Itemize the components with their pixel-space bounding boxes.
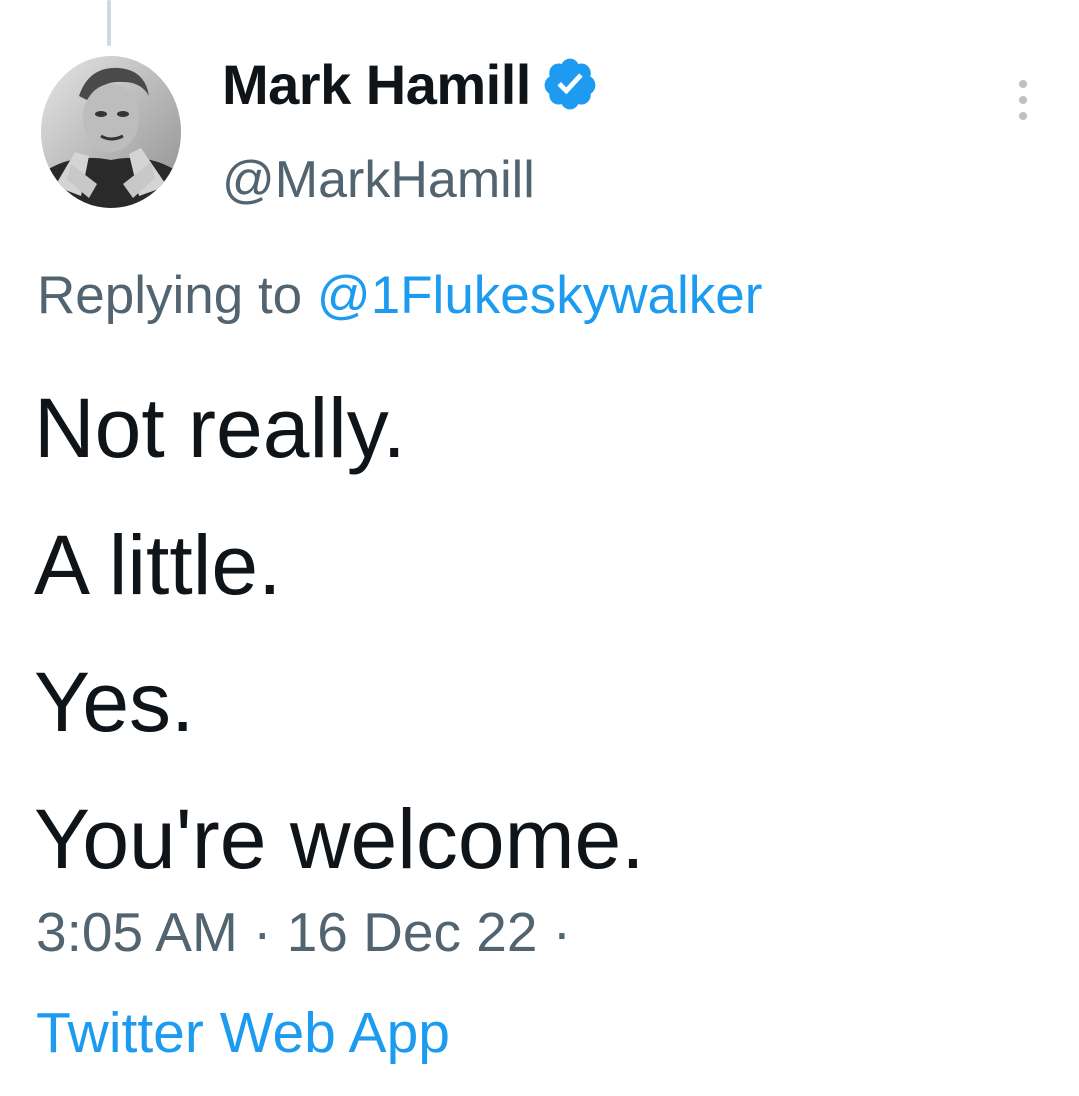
verified-badge-icon — [541, 55, 599, 113]
tweet-line: A little. — [34, 518, 282, 612]
thread-connector-line — [107, 0, 111, 46]
tweet-line: Yes. — [34, 655, 195, 749]
reply-mention-link[interactable]: @1Flukeskywalker — [317, 266, 763, 325]
tweet-line: Not really. — [34, 381, 406, 475]
more-options-icon[interactable] — [1010, 80, 1036, 120]
more-dot — [1019, 112, 1027, 120]
more-dot — [1019, 80, 1027, 88]
meta-separator: · — [253, 901, 272, 963]
tweet-time[interactable]: 3:05 AM — [36, 901, 238, 963]
tweet-source-link[interactable]: Twitter Web App — [36, 1000, 450, 1066]
replying-to-label: Replying to — [37, 266, 303, 325]
replying-to-line: Replying to @1Flukeskywalker — [37, 265, 762, 326]
more-dot — [1019, 96, 1027, 104]
avatar-photo — [41, 56, 181, 208]
author-display-name[interactable]: Mark Hamill — [222, 52, 531, 117]
tweet-body: Not really. A little. Yes. You're welcom… — [34, 360, 645, 908]
avatar[interactable] — [41, 56, 181, 208]
tweet-line: You're welcome. — [34, 792, 645, 886]
meta-separator: · — [552, 901, 572, 963]
tweet-date[interactable]: 16 Dec 22 — [287, 901, 538, 963]
author-name-row: Mark Hamill — [222, 52, 599, 116]
tweet-timestamp-line: 3:05 AM · 16 Dec 22 · — [36, 900, 571, 964]
author-handle[interactable]: @MarkHamill — [222, 150, 535, 210]
